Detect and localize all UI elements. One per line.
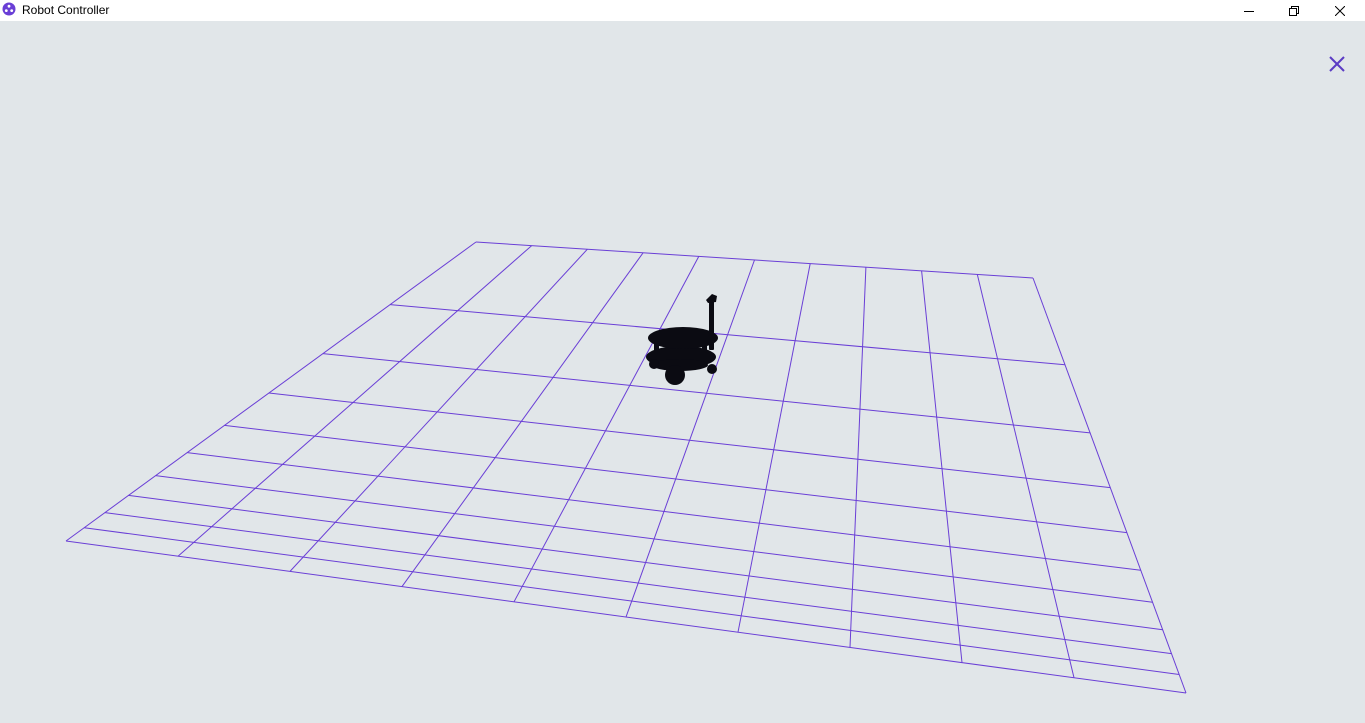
robot-caster-wheel [707,364,717,374]
restore-button[interactable] [1271,0,1317,21]
grid-line-transverse [390,304,1066,366]
title-bar[interactable]: Robot Controller [0,0,1365,21]
robot-caster-wheel [649,359,659,369]
grid-line-longitudinal [177,245,533,557]
grid-line-longitudinal [976,274,1075,678]
minimize-icon [1244,10,1254,12]
robot-mast-head [706,294,717,303]
floor-grid [65,241,1187,694]
grid-line-transverse [187,452,1141,571]
grid-line-longitudinal [625,259,755,618]
grid-line-longitudinal [401,252,644,587]
close-icon [1335,5,1345,16]
grid-line-longitudinal [65,241,477,542]
grid-line-longitudinal [289,248,588,572]
grid-line-transverse [104,512,1172,655]
robot-front-wheel [665,365,685,385]
robot-top-deck [648,327,718,349]
grid-line-transverse [475,241,1034,279]
grid-line-transverse [224,424,1127,534]
robot-app-icon [2,2,16,16]
close-icon[interactable] [1326,53,1348,75]
window-close-button[interactable] [1317,0,1363,21]
grid-line-transverse [128,494,1163,631]
grid-line-longitudinal [737,263,811,633]
grid-line-transverse [268,392,1111,489]
3d-viewport[interactable] [0,21,1365,723]
grid-line-transverse [65,540,1187,694]
scene-canvas[interactable] [0,21,1365,723]
grid-line-transverse [84,527,1180,675]
window-title: Robot Controller [22,3,110,17]
robot-model[interactable] [646,294,718,385]
restore-icon [1289,5,1299,16]
minimize-button[interactable] [1226,0,1272,21]
grid-line-longitudinal [513,256,700,603]
grid-line-longitudinal [1032,277,1187,694]
